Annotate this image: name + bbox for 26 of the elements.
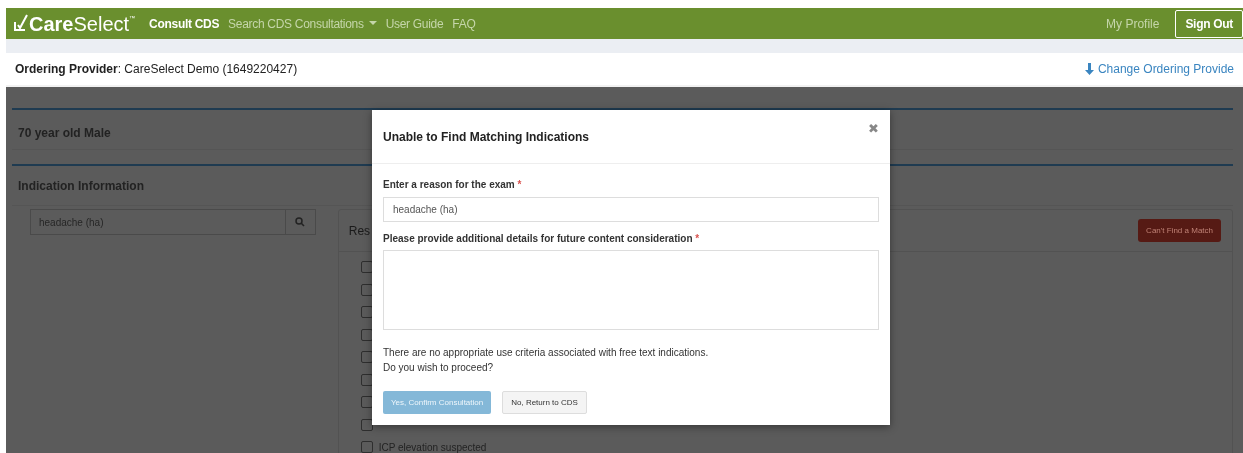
dialog-message: Do you wish to proceed? xyxy=(383,362,495,374)
profile-link[interactable]: My Profile xyxy=(1106,14,1160,33)
reason-field[interactable]: headache (ha) xyxy=(383,197,879,222)
close-button[interactable]: ✖ xyxy=(868,122,879,135)
details-field[interactable] xyxy=(383,250,879,330)
ordering-provider-text: Ordering Provider: CareSelect Demo (1649220427) xyxy=(15,61,298,78)
result-checkbox[interactable] xyxy=(360,441,373,453)
field-label: Enter a reason for the exam * xyxy=(383,178,523,192)
nav-link[interactable]: Consult CDS xyxy=(149,14,220,33)
nav-link[interactable]: Search CDS Consultations xyxy=(228,14,377,33)
down-arrow-icon xyxy=(1084,63,1094,75)
search-icon xyxy=(295,217,306,227)
dialog-message: There are no appropriate use criteria associated with free text indications. xyxy=(383,347,710,359)
patient-summary: 70 year old Male xyxy=(18,126,111,140)
results-title: Res xyxy=(348,222,371,240)
cant-find-match-button[interactable]: Can't Find a Match xyxy=(1138,219,1221,242)
logo-text: CareSelect xyxy=(29,13,130,34)
nav-link[interactable]: FAQ xyxy=(452,14,476,33)
panel-title: Indication Information xyxy=(18,177,144,195)
return-button[interactable]: No, Return to CDS xyxy=(502,391,587,414)
dialog-title: Unable to Find Matching Indications xyxy=(383,128,589,146)
check-icon xyxy=(14,13,28,32)
sign-out-button[interactable]: Sign Out xyxy=(1175,9,1243,38)
nav-link[interactable]: User Guide xyxy=(385,14,444,33)
change-provider-link[interactable]: Change Ordering Provide xyxy=(1084,60,1234,78)
field-label: Please provide additional details for future content consideration * xyxy=(383,232,701,246)
